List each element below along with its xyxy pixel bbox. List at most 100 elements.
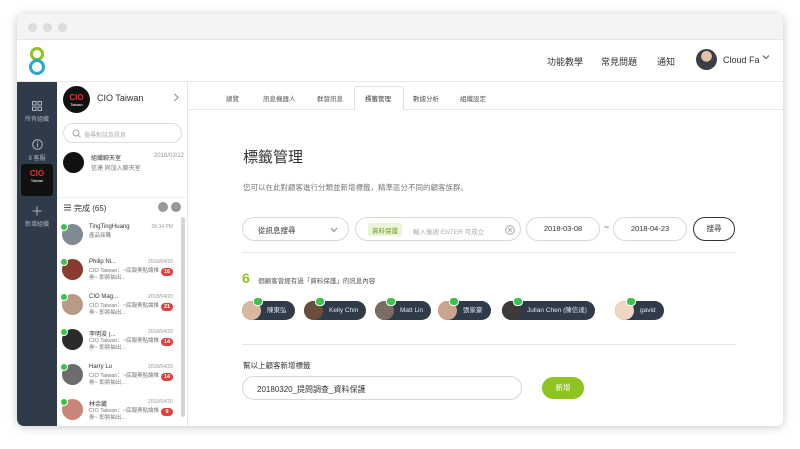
org-logo-sub: Taiwan: [70, 102, 83, 107]
group-sub: 信達 同加入聊天室: [91, 166, 141, 172]
org-name: CIO Taiwan: [97, 93, 144, 103]
customer-name: 張家豪: [463, 307, 483, 314]
main-content: 標籤管理 您可以在此對顧客進行分類並新增標籤，精準區分不同的顧客族群。 從訊息搜…: [188, 110, 783, 426]
date-separator: ~: [604, 222, 610, 232]
divider: [242, 252, 736, 253]
result-summary: 6 個顧客曾經有過「資料保護」的訊息內容: [242, 270, 375, 288]
add-tag-button[interactable]: 新增: [542, 377, 584, 399]
line-icon: [449, 297, 459, 306]
tab-tag-management[interactable]: 標籤管理: [365, 93, 391, 103]
grid-icon: [32, 101, 42, 111]
message-preview: CIO Taiwan：~底報奧點論推券~ 即將抽出...: [89, 373, 160, 386]
customer-chip[interactable]: Kelly Chin: [304, 297, 367, 320]
group-avatar: [63, 152, 84, 173]
contact-name: TingTingHuang: [89, 224, 130, 230]
tab-overview[interactable]: 總覽: [226, 93, 239, 103]
customer-name: 陳東弘: [267, 307, 287, 314]
group-chat-item[interactable]: 組織聊天室 2018/03/12 信達 同加入聊天室: [57, 151, 187, 191]
conversation-item[interactable]: TingTingHuang 06:34 PM 產品採購: [57, 221, 181, 255]
user-avatar[interactable]: [696, 49, 717, 70]
clear-icon[interactable]: [505, 225, 515, 235]
new-tag-value: 20180320_提問調查_資料保護: [257, 385, 366, 394]
conversation-item[interactable]: Harry Lu 2018/04/20 CIO Taiwan：~底報奧點論推券~ 即…: [57, 361, 181, 395]
nav-tutorial[interactable]: 功能教學: [547, 55, 583, 68]
add-tag-label: 幫以上顧客新增標籤: [243, 361, 311, 370]
message-preview: CIO Taiwan：~底報奧點論推券~ 即將抽出...: [89, 303, 160, 316]
unread-badge: 9: [161, 408, 173, 416]
nav-8-support[interactable]: 8 客服: [17, 139, 57, 162]
page-description: 您可以在此對顧客進行分類並新增標籤，精準區分不同的顧客族群。: [243, 183, 468, 192]
date-to-input[interactable]: 2018-04-23: [613, 217, 687, 241]
conversation-item[interactable]: Philip Ni... 2018/04/20 CIO Taiwan：~底報奧點論推…: [57, 256, 181, 290]
contact-name: Harry Lu: [89, 364, 113, 370]
customer-chip[interactable]: Matt Lin: [375, 297, 432, 320]
tab-bar: 總覽 訊息機器人 群發訊息 標籤管理 數據分析 組織設定: [188, 82, 783, 111]
keyword-placeholder: 輸入後按 ENTER 可成立: [413, 229, 485, 236]
customer-chip[interactable]: 張家豪: [438, 297, 491, 320]
tab-org-settings[interactable]: 組織設定: [460, 93, 486, 103]
line-icon: [60, 398, 68, 406]
conversation-item[interactable]: 李明浚 (... 2018/04/20 CIO Taiwan：~底報奧點論推券~ 即…: [57, 326, 181, 360]
divider: [242, 344, 736, 345]
result-count: 6: [242, 270, 250, 286]
window-zoom-dot[interactable]: [58, 23, 67, 32]
nav-notifications[interactable]: 通知: [657, 55, 675, 68]
check-circle-icon[interactable]: [171, 202, 181, 212]
cio-logo-sub: Taiwan: [30, 178, 44, 183]
page-title: 標籤管理: [243, 149, 304, 166]
conversation-search-input[interactable]: 搜尋對話及訊息: [63, 123, 182, 143]
info-icon: [31, 139, 43, 150]
line-icon: [626, 297, 636, 306]
keyword-tag-input[interactable]: 資料保護 輸入後按 ENTER 可成立: [355, 217, 521, 241]
group-time: 2018/03/12: [153, 153, 184, 159]
new-tag-input[interactable]: 20180320_提問調查_資料保護: [242, 376, 522, 400]
tab-message-bot[interactable]: 訊息機器人: [263, 93, 296, 103]
chevron-right-icon[interactable]: [172, 93, 180, 102]
user-name[interactable]: Cloud Fa: [723, 55, 760, 65]
message-preview: CIO Taiwan：~底報奧點論推券~ 即將抽出...: [89, 268, 160, 281]
unread-badge: 21: [161, 303, 173, 311]
search-placeholder: 搜尋對話及訊息: [84, 133, 127, 139]
plus-icon: [32, 206, 42, 216]
window-close-dot[interactable]: [28, 23, 37, 32]
customer-chip[interactable]: gavid: [615, 297, 664, 320]
search-icon: [72, 129, 81, 138]
done-label: 完成 (65): [74, 204, 107, 213]
nav-all-orgs[interactable]: 所有組織: [17, 101, 57, 123]
line-icon: [315, 297, 325, 306]
list-icon: [64, 204, 71, 211]
search-source-select[interactable]: 從訊息搜尋: [242, 217, 349, 241]
conversation-item[interactable]: CIO Mag... 2018/04/20 CIO Taiwan：~底報奧點論推券~…: [57, 291, 181, 325]
top-bar: 功能教學 常見問題 通知 Cloud Fa: [17, 40, 783, 82]
tab-broadcast[interactable]: 群發訊息: [317, 93, 343, 103]
chevron-down-icon[interactable]: [762, 53, 770, 61]
minus-circle-icon[interactable]: [158, 202, 168, 212]
search-button[interactable]: 搜尋: [693, 217, 735, 241]
window-chrome: [17, 14, 783, 40]
nav-8-support-label: 8 客服: [28, 156, 46, 162]
keyword-chip[interactable]: 資料保護: [368, 223, 402, 236]
cio-logo-text: CIO: [29, 169, 45, 178]
line-icon: [60, 223, 68, 231]
conversation-scrollbar[interactable]: [181, 217, 185, 417]
window-minimize-dot[interactable]: [43, 23, 52, 32]
done-section-header[interactable]: 完成 (65): [57, 197, 187, 217]
nav-faq[interactable]: 常見問題: [601, 55, 637, 68]
customer-chip[interactable]: Julian Chen (陳信達): [502, 297, 595, 320]
nav-add-org[interactable]: 新增組織: [17, 206, 57, 228]
org-avatar: CIO Taiwan: [63, 86, 90, 113]
unread-badge: 14: [161, 373, 173, 381]
tab-analytics[interactable]: 數據分析: [413, 93, 439, 103]
nav-org-cio[interactable]: CIO Taiwan: [21, 164, 53, 196]
app-logo-icon[interactable]: [26, 46, 48, 76]
org-header[interactable]: CIO Taiwan CIO Taiwan: [57, 82, 187, 122]
customer-name: Matt Lin: [400, 307, 424, 314]
date-from-input[interactable]: 2018-03-08: [526, 217, 600, 241]
conversation-item[interactable]: 林余葳 2018/04/20 CIO Taiwan：~底報奧點論推券~ 即將抽出..…: [57, 396, 181, 426]
customer-chip[interactable]: 陳東弘: [242, 297, 295, 320]
customer-name: Kelly Chin: [329, 307, 359, 314]
message-time: 2018/04/20: [147, 329, 173, 335]
line-icon: [513, 297, 523, 306]
line-icon: [60, 328, 68, 336]
unread-badge: 16: [161, 268, 173, 276]
